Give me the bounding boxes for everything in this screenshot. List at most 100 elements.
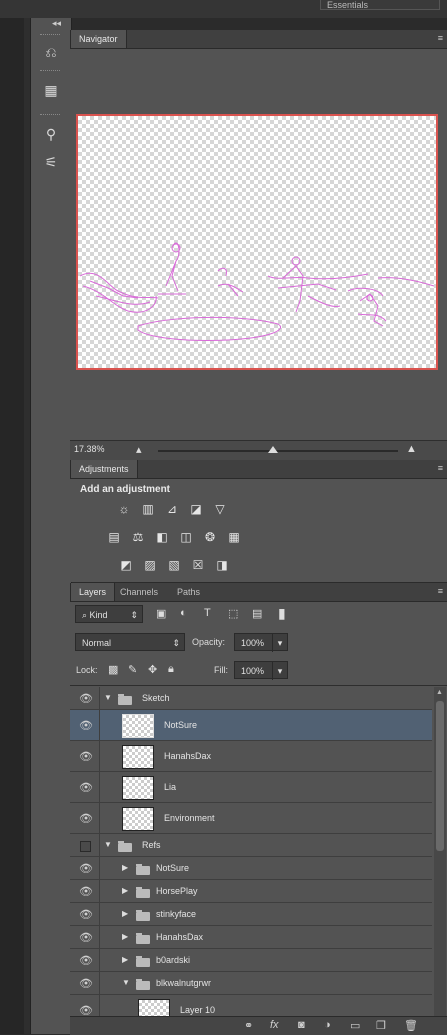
layer-thumbnail[interactable] <box>122 806 154 831</box>
tab-paths[interactable]: Paths <box>169 583 208 601</box>
collapse-arrow-icon[interactable]: ▼ <box>104 840 112 849</box>
exposure-icon[interactable]: ◪ <box>188 502 204 516</box>
visibility-toggle[interactable]: 👁︎ <box>70 741 100 771</box>
grip-handle[interactable] <box>40 34 60 37</box>
delete-layer-icon[interactable]: 🗑︎ <box>404 1019 418 1032</box>
visibility-toggle[interactable]: 👁︎ <box>70 949 100 971</box>
visibility-toggle[interactable]: 👁︎ <box>70 903 100 925</box>
new-adjustment-layer-icon[interactable]: ◑ <box>324 1019 331 1031</box>
collapse-arrow-icon[interactable]: ▼ <box>122 978 130 987</box>
brush-presets-icon[interactable]: ⚲ <box>40 124 62 144</box>
black-white-icon[interactable]: ◧ <box>154 530 170 544</box>
channel-mixer-icon[interactable]: ❂ <box>202 530 218 544</box>
shape-filter-icon[interactable]: ⬚ <box>228 607 238 620</box>
visibility-toggle[interactable] <box>70 834 100 856</box>
opacity-dropdown-icon[interactable]: ▾ <box>272 634 287 652</box>
zoom-level[interactable]: 17.38% <box>74 444 105 454</box>
layer-group-row[interactable]: 👁︎ ▶ NotSure <box>70 857 432 880</box>
filter-toggle-icon[interactable]: ▮ <box>278 605 286 622</box>
layer-row[interactable]: 👁︎ NotSure <box>70 710 432 741</box>
levels-icon[interactable]: ▥ <box>140 502 156 516</box>
visibility-toggle[interactable]: 👁︎ <box>70 710 100 740</box>
layer-group-row[interactable]: 👁︎ ▶ HorsePlay <box>70 880 432 903</box>
layer-thumbnail[interactable] <box>122 775 154 800</box>
layer-row[interactable]: 👁︎ Lia <box>70 772 432 803</box>
tab-layers[interactable]: Layers <box>70 583 116 601</box>
grip-handle[interactable] <box>40 114 60 117</box>
layer-group-row[interactable]: 👁︎ ▶ b0ardski <box>70 949 432 972</box>
grip-handle[interactable] <box>40 70 60 73</box>
visibility-toggle[interactable]: 👁︎ <box>70 687 100 709</box>
brightness-contrast-icon[interactable]: ☼ <box>116 502 132 516</box>
expand-arrow-icon[interactable]: ▶ <box>122 955 128 964</box>
expand-arrow-icon[interactable]: ▶ <box>122 909 128 918</box>
tab-navigator[interactable]: Navigator <box>70 30 127 48</box>
panel-menu-icon[interactable]: ≡ <box>438 586 443 596</box>
fill-field[interactable]: 100% ▾ <box>234 661 288 680</box>
navigator-thumbnail[interactable] <box>76 114 438 370</box>
add-mask-icon[interactable]: ◙ <box>298 1019 305 1031</box>
posterize-icon[interactable]: ▨ <box>142 558 158 572</box>
collapse-arrow-icon[interactable]: ▼ <box>104 693 112 702</box>
visibility-toggle[interactable]: 👁︎ <box>70 972 100 994</box>
lock-all-icon[interactable]: 🔒︎ <box>168 663 174 676</box>
scroll-up-icon[interactable]: ▲ <box>436 689 443 696</box>
opacity-field[interactable]: 100% ▾ <box>234 633 288 652</box>
visibility-toggle[interactable]: 👁︎ <box>70 926 100 948</box>
new-layer-icon[interactable]: ❐ <box>376 1019 386 1032</box>
fill-dropdown-icon[interactable]: ▾ <box>272 662 287 680</box>
layer-row[interactable]: 👁︎ Environment <box>70 803 432 834</box>
layer-group-row[interactable]: 👁︎ ▶ HanahsDax <box>70 926 432 949</box>
smart-object-filter-icon[interactable]: ▤ <box>252 607 262 620</box>
new-group-icon[interactable]: ▭ <box>350 1019 360 1032</box>
collapse-dock-icon[interactable]: ◂◂ <box>52 18 70 28</box>
zoom-slider-thumb[interactable] <box>268 446 279 453</box>
expand-arrow-icon[interactable]: ▶ <box>122 886 128 895</box>
gradient-map-icon[interactable]: ◨ <box>214 558 230 572</box>
visibility-toggle[interactable]: 👁︎ <box>70 857 100 879</box>
hue-saturation-icon[interactable]: ▤ <box>106 530 122 544</box>
tab-channels[interactable]: Channels <box>112 583 166 601</box>
curves-icon[interactable]: ⊿ <box>164 502 180 516</box>
scrollbar-thumb[interactable] <box>436 701 444 851</box>
history-icon[interactable]: ⎌ <box>40 42 62 62</box>
vibrance-icon[interactable]: ▽ <box>212 502 228 516</box>
threshold-icon[interactable]: ▧ <box>166 558 182 572</box>
photo-filter-icon[interactable]: ◫ <box>178 530 194 544</box>
invert-icon[interactable]: ◩ <box>118 558 134 572</box>
layer-group-row[interactable]: 👁︎ ▼ Sketch <box>70 687 432 710</box>
layer-group-row[interactable]: 👁︎ ▼ blkwalnutgrwr <box>70 972 432 995</box>
layer-thumbnail[interactable] <box>122 744 154 769</box>
workspace-switcher[interactable]: Essentials <box>320 0 440 10</box>
3d-icon[interactable]: ▦ <box>40 80 62 100</box>
type-filter-icon[interactable]: T <box>204 607 211 619</box>
pixel-filter-icon[interactable]: ▣ <box>156 607 166 620</box>
selective-color-icon[interactable]: ☒ <box>190 558 206 572</box>
filter-kind-select[interactable]: ⌕ Kind ⇕ <box>75 605 143 623</box>
visibility-toggle[interactable]: 👁︎ <box>70 880 100 902</box>
layer-group-row[interactable]: ▼ Refs <box>70 834 432 857</box>
visibility-toggle[interactable]: 👁︎ <box>70 772 100 802</box>
link-layers-icon[interactable]: ⚭ <box>244 1019 253 1032</box>
adjustment-filter-icon[interactable]: ◐ <box>180 607 187 619</box>
layer-group-row[interactable]: 👁︎ ▶ stinkyface <box>70 903 432 926</box>
fx-icon[interactable]: fx <box>270 1019 279 1031</box>
lock-transparent-icon[interactable]: ▩ <box>108 663 118 676</box>
adjustments-tool-icon[interactable]: ⚟ <box>40 152 62 172</box>
visibility-toggle[interactable]: 👁︎ <box>70 803 100 833</box>
panel-menu-icon[interactable]: ≡ <box>438 33 443 43</box>
layers-scrollbar[interactable]: ▲ <box>434 687 446 1017</box>
panel-menu-icon[interactable]: ≡ <box>438 463 443 473</box>
layer-row[interactable]: 👁︎ HanahsDax <box>70 741 432 772</box>
lock-image-icon[interactable]: ✎ <box>128 663 137 676</box>
lock-position-icon[interactable]: ✥ <box>148 663 157 676</box>
expand-arrow-icon[interactable]: ▶ <box>122 932 128 941</box>
expand-arrow-icon[interactable]: ▶ <box>122 863 128 872</box>
zoom-in-icon[interactable]: ▲ <box>406 443 417 455</box>
tab-adjustments[interactable]: Adjustments <box>70 460 138 478</box>
color-balance-icon[interactable]: ⚖ <box>130 530 146 544</box>
color-lookup-icon[interactable]: ▦ <box>226 530 242 544</box>
zoom-out-icon[interactable]: ▴ <box>136 443 142 456</box>
blend-mode-select[interactable]: Normal ⇕ <box>75 633 185 651</box>
layer-thumbnail[interactable] <box>122 713 154 738</box>
